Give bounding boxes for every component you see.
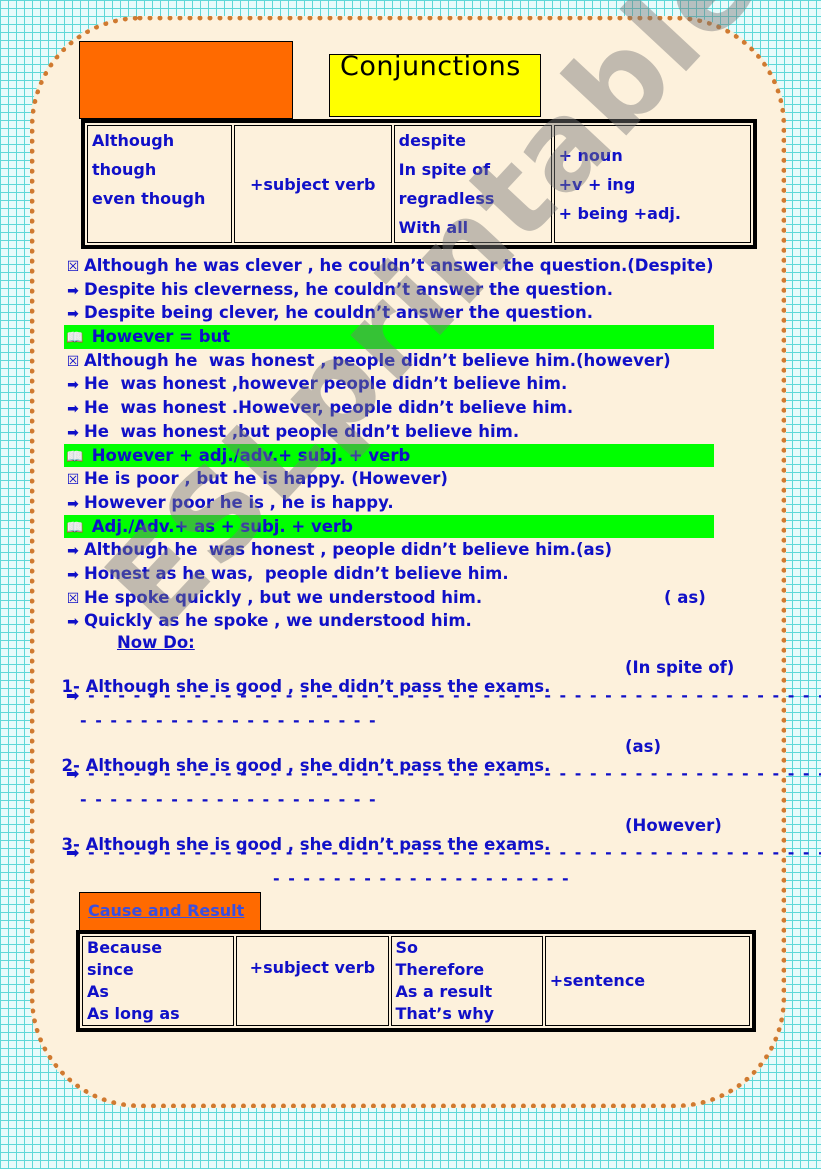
- conjunctions-table: Although though even though +subject ver…: [81, 119, 757, 249]
- answer-line-3[interactable]: ➡ - - - - - - - - - - - - - - - - - - - …: [66, 843, 821, 862]
- exercise-hint: (However): [625, 816, 722, 835]
- example-line: ☒ Although he was clever , he couldn’t an…: [62, 254, 722, 278]
- arrow-right-icon: ➡: [66, 843, 81, 862]
- cause-result-table: Because since As As long as +subject ver…: [76, 930, 756, 1032]
- cell-text: despite: [398, 131, 466, 150]
- arrow-right-icon: ➡: [67, 377, 79, 394]
- cell-text: Because: [87, 938, 163, 957]
- answer-line-1[interactable]: ➡ - - - - - - - - - - - - - - - - - - - …: [66, 686, 821, 705]
- check-box-icon: ☒: [66, 353, 80, 370]
- cell-text: even though: [92, 189, 206, 208]
- exercise-hint: (as): [625, 737, 662, 756]
- book-icon: 📖: [66, 448, 84, 465]
- arrow-right-icon: ➡: [66, 686, 81, 705]
- arrow-right-icon: ➡: [67, 306, 79, 323]
- dash-line: - - - - - - - - - - - - - - - - - - - - …: [87, 686, 821, 705]
- table1-col2: +subject verb: [233, 125, 392, 243]
- book-icon: 📖: [66, 330, 84, 347]
- decorative-orange-box: [79, 41, 293, 119]
- example-line: ☒ Although he was honest , people didn’t …: [62, 349, 722, 373]
- cell-text: With all: [398, 218, 469, 237]
- cell-text: +v + ing: [558, 174, 636, 194]
- line-text: Despite being clever, he couldn’t answer…: [84, 303, 593, 323]
- cell-text: though: [92, 160, 157, 179]
- line-text: He was honest .However, people didn’t be…: [84, 398, 574, 418]
- example-line: ➡ However poor he is , he is happy.: [62, 491, 722, 515]
- line-text: Quickly as he spoke , we understood him.: [84, 611, 472, 631]
- table2-col3: So Therefore As a result That’s why: [390, 936, 543, 1026]
- dash-line: - - - - - - - - - - - - - - - - - - - - …: [87, 843, 821, 862]
- dash-line: - - - - - - - - - - - - - - - - - - - - …: [87, 764, 821, 783]
- table2-col1: Because since As As long as: [82, 936, 235, 1026]
- cause-result-title[interactable]: Cause and Result: [80, 893, 260, 920]
- cell-text: Therefore: [395, 960, 485, 979]
- arrow-right-icon: ➡: [67, 495, 79, 512]
- table2-col2: +subject verb: [236, 936, 389, 1026]
- line-text: Despite his cleverness, he couldn’t answ…: [84, 279, 613, 299]
- rule-banner: 📖 Adj./Adv.+ as + subj. + verb: [64, 514, 714, 539]
- answer-line-2[interactable]: ➡ - - - - - - - - - - - - - - - - - - - …: [66, 764, 821, 783]
- line-text: He is poor , but he is happy. (However): [84, 469, 448, 489]
- line-text: Adj./Adv.+ as + subj. + verb: [86, 516, 353, 536]
- line-text: Although he was clever , he couldn’t ans…: [84, 256, 714, 275]
- cell-text: In spite of: [398, 160, 491, 179]
- rule-banner: 📖 However = but: [64, 325, 714, 349]
- cell-text: That’s why: [395, 1004, 495, 1023]
- example-line: ➡ Although he was honest , people didn’t …: [62, 538, 722, 562]
- example-line: ☒ He is poor , but he is happy. (However): [62, 467, 722, 491]
- line-text: However + adj./adv.+ subj. + verb: [86, 445, 411, 465]
- cell-text: + noun: [558, 145, 623, 165]
- check-box-icon: ☒: [66, 259, 80, 275]
- arrow-right-icon: ➡: [67, 566, 79, 583]
- line-text: He spoke quickly , but we understood him…: [84, 587, 483, 607]
- rule-banner: 📖 However + adj./adv.+ subj. + verb: [64, 443, 714, 468]
- now-do-heading: Now Do:: [117, 633, 195, 652]
- check-box-icon: ☒: [66, 472, 80, 489]
- answer-line-3b[interactable]: - - - - - - - - - - - - - - - - - - - -: [273, 869, 570, 888]
- line-text: Although he was honest , people didn’t b…: [84, 540, 613, 560]
- cell-text: As: [87, 982, 109, 1001]
- cell-text: So: [395, 938, 419, 957]
- book-icon: 📖: [66, 519, 84, 536]
- answer-line-2b[interactable]: - - - - - - - - - - - - - - - - - - - -: [80, 790, 377, 809]
- check-box-icon: ☒: [66, 590, 80, 607]
- example-line: ➡ Quickly as he spoke , we understood him…: [62, 609, 722, 633]
- cause-result-box: Cause and Result: [79, 892, 261, 931]
- cell-text: As long as: [87, 1004, 180, 1023]
- line-text: Honest as he was, people didn’t believe …: [84, 563, 509, 583]
- line-note: ( as): [664, 587, 706, 607]
- cell-text: since: [87, 960, 134, 979]
- page-title: Conjunctions: [340, 51, 521, 82]
- cell-text: Although: [92, 131, 175, 150]
- table2-col4: +sentence: [544, 936, 750, 1026]
- arrow-right-icon: ➡: [66, 764, 81, 783]
- arrow-right-icon: ➡: [67, 543, 79, 560]
- table1-col3: despite In spite of regradless With all: [393, 125, 552, 243]
- line-text: Although he was honest , people didn’t b…: [84, 350, 671, 370]
- example-line: ➡ Despite being clever, he couldn’t answe…: [62, 301, 722, 325]
- cell-text: As a result: [395, 982, 493, 1001]
- answer-line-1b[interactable]: - - - - - - - - - - - - - - - - - - - -: [80, 711, 377, 730]
- example-line: ➡ He was honest ,however people didn’t be…: [62, 372, 722, 396]
- line-text: However poor he is , he is happy.: [84, 492, 394, 512]
- example-line: ➡ He was honest .However, people didn’t b…: [62, 396, 722, 420]
- line-text: He was honest ,but people didn’t believe…: [84, 421, 520, 441]
- line-text: However = but: [86, 327, 231, 347]
- example-line: ➡ Honest as he was, people didn’t believe…: [62, 562, 722, 586]
- cell-text: + being +adj.: [558, 203, 681, 223]
- example-lines: ☒ Although he was clever , he couldn’t an…: [62, 254, 722, 633]
- example-line: ➡ He was honest ,but people didn’t believ…: [62, 420, 722, 444]
- example-line: ☒ He spoke quickly , but we understood hi…: [62, 586, 722, 610]
- arrow-right-icon: ➡: [67, 614, 79, 631]
- arrow-right-icon: ➡: [67, 282, 79, 299]
- arrow-right-icon: ➡: [67, 401, 79, 418]
- example-line: ➡ Despite his cleverness, he couldn’t ans…: [62, 278, 722, 302]
- line-text: He was honest ,however people didn’t bel…: [84, 374, 568, 394]
- table1-col4: + noun +v + ing + being +adj.: [553, 125, 751, 243]
- title-box: Conjunctions: [329, 51, 541, 117]
- cell-text: regradless: [398, 189, 495, 208]
- arrow-right-icon: ➡: [67, 424, 79, 441]
- exercise-hint: (In spite of): [625, 658, 735, 677]
- table1-col1: Although though even though: [87, 125, 232, 243]
